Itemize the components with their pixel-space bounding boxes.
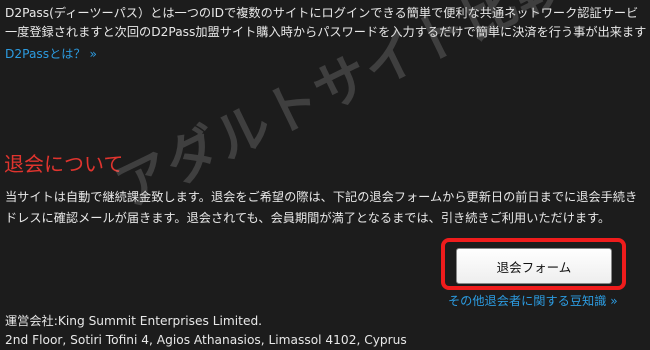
withdrawal-heading: 退会について xyxy=(4,152,124,176)
withdrawal-text-line-1: 当サイトは自動で継続課金致します。退会をご希望の際は、下記の退会フォームから更新… xyxy=(5,190,638,204)
company-address: 2nd Floor, Sotiri Tofini 4, Agios Athana… xyxy=(5,333,407,347)
intro-text-line-2: 一度登録されますと次回のD2Pass加盟サイト購入時からパスワードを入力するだけ… xyxy=(5,25,647,39)
d2pass-about-link[interactable]: D2Passとは？ » xyxy=(5,45,97,63)
withdrawal-tips-link[interactable]: その他退会者に関する豆知識 » xyxy=(448,292,618,310)
operating-company: 運営会社:King Summit Enterprises Limited. xyxy=(5,314,263,328)
withdrawal-text-line-2: ドレスに確認メールが届きます。退会されても、会員期間が満了となるまでは、引き続き… xyxy=(5,211,611,225)
withdraw-form-button[interactable]: 退会フォーム xyxy=(456,248,612,284)
intro-text-line-1: D2Pass(ディーツーパス）とは一つのIDで複数のサイトにログインできる簡単で… xyxy=(5,6,639,20)
page: D2Pass(ディーツーパス）とは一つのIDで複数のサイトにログインできる簡単で… xyxy=(0,0,650,350)
